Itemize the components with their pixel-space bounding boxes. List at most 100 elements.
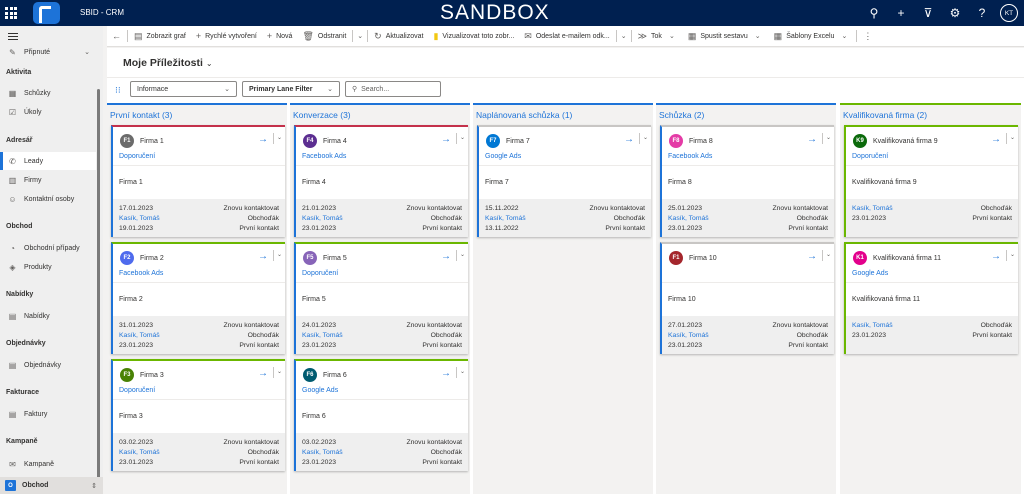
- show-chart-button[interactable]: ▤ Zobrazit graf: [129, 26, 191, 47]
- hamburger-menu-icon[interactable]: [8, 33, 18, 40]
- open-arrow-icon[interactable]: →: [258, 368, 268, 379]
- form-select[interactable]: Informace ⌄: [130, 81, 237, 97]
- card-title[interactable]: Kvalifikovaná firma 11: [873, 255, 941, 262]
- open-arrow-icon[interactable]: →: [441, 251, 451, 262]
- sidebar-item-opportunities[interactable]: ◔ Obchodní případy: [0, 239, 96, 257]
- owner-link[interactable]: Kasík, Tomáš: [302, 332, 343, 339]
- lead-source-link[interactable]: Google Ads: [852, 270, 888, 277]
- owner-link[interactable]: Kasík, Tomáš: [302, 449, 343, 456]
- opportunity-card[interactable]: F1 Firma 10 → ⌄ Firma 10 27.01.2023 Znov…: [660, 242, 834, 354]
- opportunity-card[interactable]: F8 Firma 8 → ⌄ Facebook Ads Firma 8 25.0…: [660, 125, 834, 237]
- help-icon[interactable]: ?: [973, 4, 991, 22]
- avatar[interactable]: KT: [1000, 4, 1018, 22]
- sidebar-item-contacts[interactable]: ☺ Kontaktní osoby: [0, 190, 96, 208]
- sidebar-item-invoices[interactable]: ▤ Faktury: [0, 405, 96, 423]
- card-title[interactable]: Firma 8: [689, 138, 713, 145]
- open-arrow-icon[interactable]: →: [624, 134, 634, 145]
- primary-lane-filter[interactable]: Primary Lane Filter ⌄: [242, 81, 340, 97]
- area-switcher[interactable]: O Obchod ⇕: [0, 477, 103, 494]
- owner-link[interactable]: Kasík, Tomáš: [668, 332, 709, 339]
- owner-link[interactable]: Kasík, Tomáš: [302, 215, 343, 222]
- chevron-down-icon[interactable]: ⌄: [272, 250, 282, 261]
- lead-source-link[interactable]: Facebook Ads: [668, 153, 712, 160]
- opportunity-card[interactable]: K9 Kvalifikovaná firma 9 → ⌄ Doporučení …: [844, 125, 1018, 237]
- lightbulb-icon[interactable]: ⚲: [865, 4, 883, 22]
- back-button[interactable]: ←: [107, 26, 126, 47]
- sidebar-item-accounts[interactable]: ▥ Firmy: [0, 171, 96, 189]
- sidebar-item-campaigns[interactable]: ✉ Kampaně: [0, 455, 96, 473]
- open-arrow-icon[interactable]: →: [807, 251, 817, 262]
- email-link-button[interactable]: ✉ Odeslat e-mailem odk...: [519, 26, 614, 47]
- open-arrow-icon[interactable]: →: [441, 134, 451, 145]
- sidebar-scrollbar[interactable]: [97, 89, 100, 494]
- quick-create-button[interactable]: + Rychlé vytvoření: [191, 26, 262, 47]
- open-arrow-icon[interactable]: →: [258, 134, 268, 145]
- card-title[interactable]: Firma 6: [323, 372, 347, 379]
- app-launcher-icon[interactable]: [4, 6, 18, 20]
- card-title[interactable]: Kvalifikovaná firma 9: [873, 138, 938, 145]
- lead-source-link[interactable]: Doporučení: [852, 153, 888, 160]
- opportunity-card[interactable]: K1 Kvalifikovaná firma 11 → ⌄ Google Ads…: [844, 242, 1018, 354]
- owner-link[interactable]: Kasík, Tomáš: [119, 449, 160, 456]
- card-title[interactable]: Firma 7: [506, 138, 530, 145]
- chevron-down-icon[interactable]: ⌄: [618, 32, 630, 40]
- chevron-down-icon[interactable]: ⌄: [455, 250, 465, 261]
- chevron-down-icon[interactable]: ⌄: [455, 133, 465, 144]
- chevron-down-icon[interactable]: ⌄: [455, 367, 465, 378]
- owner-link[interactable]: Kasík, Tomáš: [119, 332, 160, 339]
- flow-button[interactable]: ≫ Tok ⌄: [633, 26, 683, 47]
- lead-source-link[interactable]: Facebook Ads: [302, 153, 346, 160]
- chevron-down-icon[interactable]: ⌄: [821, 250, 831, 261]
- opportunity-card[interactable]: F7 Firma 7 → ⌄ Google Ads Firma 7 15.11.…: [477, 125, 651, 237]
- app-title[interactable]: SBID - CRM: [80, 8, 124, 17]
- lead-source-link[interactable]: Facebook Ads: [119, 270, 163, 277]
- owner-link[interactable]: Kasík, Tomáš: [852, 322, 893, 329]
- chevron-down-icon[interactable]: ⌄: [638, 133, 648, 144]
- card-title[interactable]: Firma 3: [140, 372, 164, 379]
- lead-source-link[interactable]: Doporučení: [119, 153, 155, 160]
- list-view-icon[interactable]: ⁝⁝: [115, 85, 121, 96]
- card-title[interactable]: Firma 1: [140, 138, 164, 145]
- chevron-down-icon[interactable]: ⌄: [1005, 250, 1015, 261]
- sidebar-item-meetings[interactable]: ▦ Schůzky: [0, 84, 96, 102]
- plus-icon[interactable]: +: [892, 4, 910, 22]
- owner-link[interactable]: Kasík, Tomáš: [852, 205, 893, 212]
- search-input[interactable]: ⚲ Search...: [345, 81, 441, 97]
- new-button[interactable]: + Nová: [262, 26, 298, 47]
- sidebar-item-tasks[interactable]: ☑ Úkoly: [0, 103, 96, 121]
- chevron-down-icon[interactable]: ⌄: [821, 133, 831, 144]
- lead-source-link[interactable]: Google Ads: [485, 153, 521, 160]
- owner-link[interactable]: Kasík, Tomáš: [119, 215, 160, 222]
- refresh-button[interactable]: ↻ Aktualizovat: [369, 26, 428, 47]
- card-title[interactable]: Firma 10: [689, 255, 717, 262]
- opportunity-card[interactable]: F3 Firma 3 → ⌄ Doporučení Firma 3 03.02.…: [111, 359, 285, 471]
- open-arrow-icon[interactable]: →: [441, 368, 451, 379]
- lead-source-link[interactable]: Doporučení: [302, 270, 338, 277]
- open-arrow-icon[interactable]: →: [258, 251, 268, 262]
- sidebar-item-pinned[interactable]: ✎ Připnuté ⌄: [0, 43, 96, 61]
- opportunity-card[interactable]: F2 Firma 2 → ⌄ Facebook Ads Firma 2 31.0…: [111, 242, 285, 354]
- opportunity-card[interactable]: F4 Firma 4 → ⌄ Facebook Ads Firma 4 21.0…: [294, 125, 468, 237]
- open-arrow-icon[interactable]: →: [991, 251, 1001, 262]
- chevron-down-icon[interactable]: ⌄: [354, 32, 366, 40]
- owner-link[interactable]: Kasík, Tomáš: [668, 215, 709, 222]
- card-title[interactable]: Firma 2: [140, 255, 164, 262]
- delete-button[interactable]: 🗑 Odstranit: [297, 26, 351, 47]
- run-report-button[interactable]: ▦ Spustit sestavu ⌄: [683, 26, 769, 47]
- lead-source-link[interactable]: Doporučení: [119, 387, 155, 394]
- card-title[interactable]: Firma 5: [323, 255, 347, 262]
- opportunity-card[interactable]: F6 Firma 6 → ⌄ Google Ads Firma 6 03.02.…: [294, 359, 468, 471]
- sidebar-item-leads[interactable]: ✆ Leady: [0, 152, 96, 170]
- sidebar-item-products[interactable]: ◈ Produkty: [0, 258, 96, 276]
- gear-icon[interactable]: ⚙: [946, 4, 964, 22]
- lead-source-link[interactable]: Google Ads: [302, 387, 338, 394]
- sidebar-item-quotes[interactable]: ▤ Nabídky: [0, 307, 96, 325]
- excel-templates-button[interactable]: ▦ Šablony Excelu ⌄: [769, 26, 856, 47]
- view-selector[interactable]: Moje Příležitosti ⌄: [123, 57, 213, 69]
- more-commands-button[interactable]: ⋮: [858, 26, 877, 47]
- card-title[interactable]: Firma 4: [323, 138, 347, 145]
- owner-link[interactable]: Kasík, Tomáš: [485, 215, 526, 222]
- sidebar-item-orders[interactable]: ▤ Objednávky: [0, 356, 96, 374]
- opportunity-card[interactable]: F1 Firma 1 → ⌄ Doporučení Firma 1 17.01.…: [111, 125, 285, 237]
- chevron-down-icon[interactable]: ⌄: [1005, 133, 1015, 144]
